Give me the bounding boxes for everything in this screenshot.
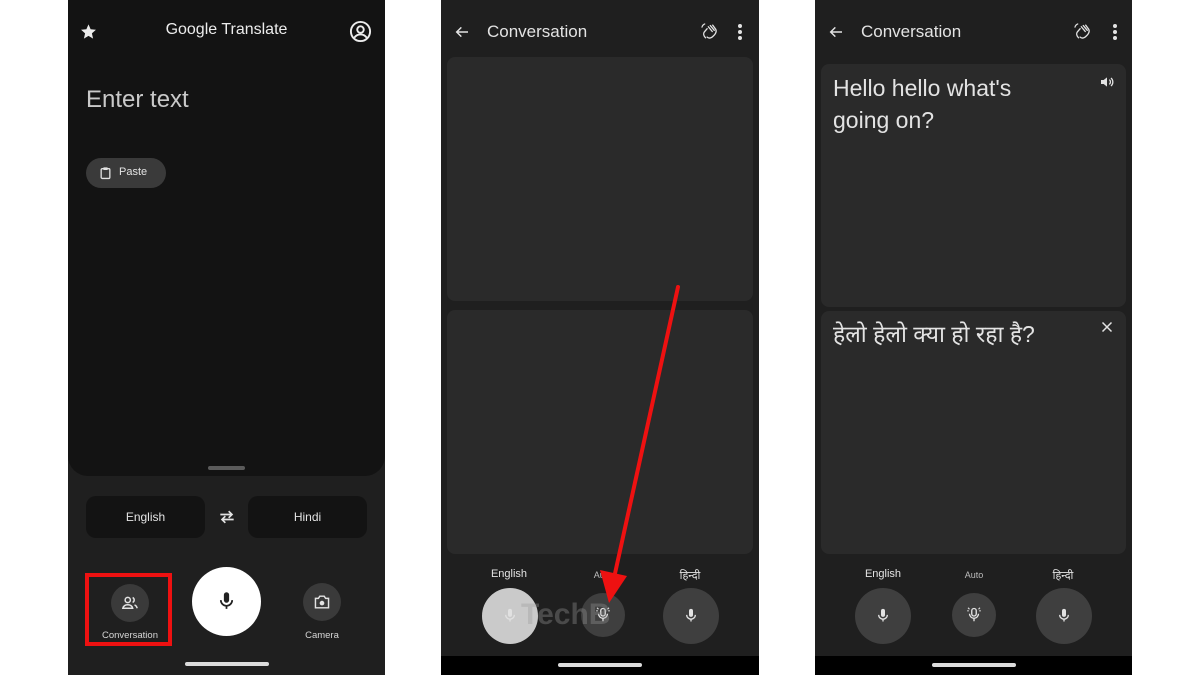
right-language-label: हिन्दी xyxy=(679,570,701,582)
back-arrow-icon[interactable] xyxy=(828,24,844,40)
auto-label: Auto xyxy=(964,570,984,580)
clipboard-icon xyxy=(99,166,112,180)
more-vert-icon[interactable] xyxy=(737,23,743,41)
transcript-panel-bottom xyxy=(447,310,753,554)
translated-text: हेलो हेलो क्या हो रहा है? xyxy=(833,321,1035,347)
wave-hand-icon[interactable] xyxy=(1073,22,1092,41)
highlight-box xyxy=(85,573,172,646)
input-placeholder: Enter text xyxy=(86,86,189,113)
camera-icon xyxy=(313,594,331,610)
drag-handle[interactable] xyxy=(208,466,245,470)
right-language-label: हिन्दी xyxy=(1052,570,1074,582)
camera-button[interactable] xyxy=(303,583,341,621)
voice-input-button[interactable] xyxy=(192,567,261,636)
left-language-label: English xyxy=(490,568,528,580)
source-language-button[interactable]: English xyxy=(86,496,205,538)
conversation-screen-empty: Conversation English Auto हिन्दी TechB xyxy=(441,0,759,675)
mic-icon xyxy=(683,606,699,625)
mic-icon xyxy=(875,606,891,625)
translate-home-screen: Google Translate Enter text Paste Englis… xyxy=(68,0,385,675)
source-text: Hello hello what's going on? xyxy=(833,75,1012,133)
transcript-panel-top xyxy=(447,57,753,301)
home-indicator[interactable] xyxy=(558,663,642,667)
hindi-mic-button[interactable] xyxy=(663,588,719,644)
home-indicator[interactable] xyxy=(932,663,1016,667)
app-title: Google Translate xyxy=(165,21,288,38)
left-language-label: English xyxy=(864,568,902,580)
speaker-icon[interactable] xyxy=(1099,74,1115,90)
swap-icon[interactable] xyxy=(217,507,237,527)
screen-title: Conversation xyxy=(861,22,962,41)
more-vert-icon[interactable] xyxy=(1112,23,1118,41)
account-icon[interactable] xyxy=(349,20,372,43)
home-indicator[interactable] xyxy=(185,662,269,666)
close-icon[interactable] xyxy=(1101,321,1113,333)
mic-icon xyxy=(502,606,518,625)
hindi-mic-button[interactable] xyxy=(1036,588,1092,644)
auto-mic-icon xyxy=(965,605,983,624)
mic-icon xyxy=(216,589,237,613)
screen-title: Conversation xyxy=(487,22,588,41)
back-arrow-icon[interactable] xyxy=(454,24,470,40)
english-mic-button[interactable] xyxy=(855,588,911,644)
watermark: TechB xyxy=(521,598,611,631)
text-input-area[interactable] xyxy=(68,0,385,476)
auto-label: Auto xyxy=(593,570,613,580)
paste-label: Paste xyxy=(119,166,148,178)
target-language-button[interactable]: Hindi xyxy=(248,496,367,538)
mic-icon xyxy=(1056,606,1072,625)
paste-button[interactable]: Paste xyxy=(86,158,166,188)
camera-label: Camera xyxy=(305,630,339,641)
conversation-screen-translated: Conversation Hello hello what's going on… xyxy=(815,0,1132,675)
wave-hand-icon[interactable] xyxy=(700,22,719,41)
auto-mic-button[interactable] xyxy=(952,593,996,637)
